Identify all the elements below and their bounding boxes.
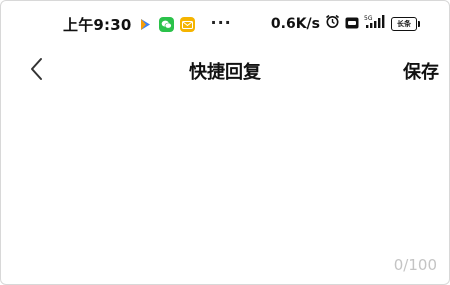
more-notifications-icon: ··· (210, 12, 232, 32)
signal-icon: 5G (364, 14, 386, 33)
nav-bar: 快捷回复 保存 (1, 51, 449, 87)
status-left: 上午9:30 ··· (63, 14, 232, 35)
status-time: 上午9:30 (63, 16, 132, 34)
quick-reply-input[interactable] (21, 101, 433, 250)
mail-icon (179, 17, 195, 32)
svg-text:5G: 5G (364, 15, 373, 22)
page-title: 快捷回复 (189, 62, 261, 83)
status-right: 0.6K/s 5G 长条 (270, 14, 420, 33)
hd-icon (345, 14, 359, 33)
quick-reply-screen: 上午9:30 ··· 0.6K/s 5G 长条 快捷回复 保存 0/100 (0, 0, 450, 285)
status-bar: 上午9:30 ··· 0.6K/s 5G 长条 (1, 1, 449, 47)
character-counter: 0/100 (393, 256, 437, 274)
battery-icon: 长条 (391, 16, 420, 31)
play-store-icon (138, 17, 153, 32)
save-button[interactable]: 保存 (403, 58, 439, 84)
wechat-icon (158, 17, 174, 32)
network-speed: 0.6K/s (270, 15, 320, 32)
alarm-icon (325, 14, 340, 33)
